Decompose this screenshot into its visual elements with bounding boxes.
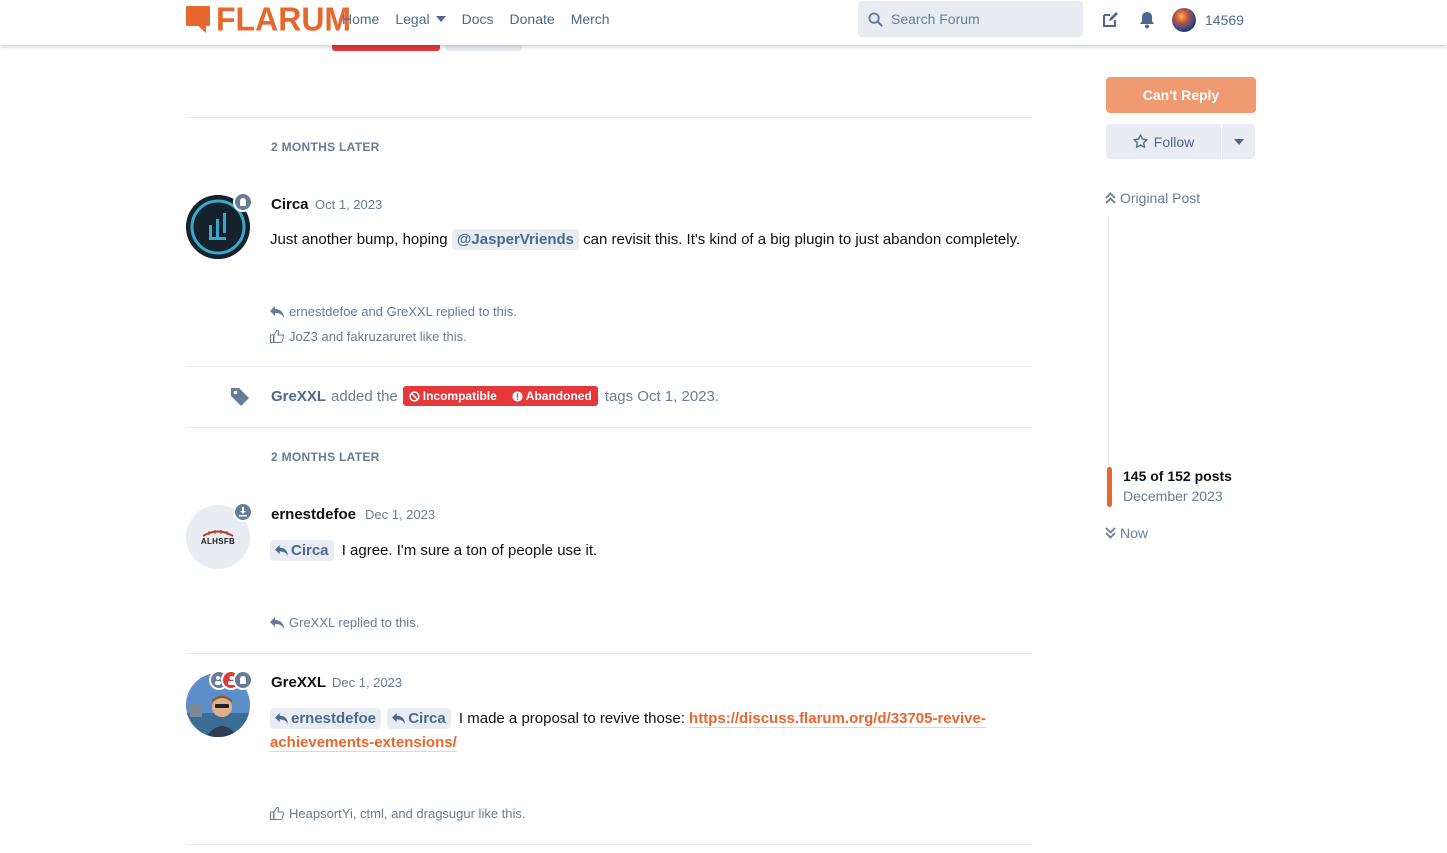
event-post: GreXXL added the Incompatible Abandoned …	[271, 386, 719, 406]
divider	[186, 427, 1032, 428]
username: 14569	[1205, 12, 1244, 28]
nav-legal-label: Legal	[395, 11, 430, 27]
post-text: I made a proposal to revive those:	[458, 710, 685, 727]
post-body: Just another bump, hoping @JasperVriends…	[270, 228, 1020, 252]
alhsfb-logo-icon: ALHSFB	[201, 529, 235, 546]
search-box[interactable]	[858, 1, 1083, 37]
tag-label: Abandoned	[525, 389, 592, 403]
post-body: ernestdefoe Circa I made a proposal to r…	[270, 707, 1030, 755]
thumbs-up-icon	[270, 807, 284, 820]
compose-icon[interactable]	[1101, 11, 1119, 29]
scrubber-handle[interactable]	[1107, 467, 1112, 507]
reply-icon	[275, 545, 288, 556]
post-date[interactable]: Dec 1, 2023	[365, 507, 435, 522]
post-body: Circa I agree. I'm sure a ton of people …	[270, 539, 597, 563]
post-date[interactable]: Dec 1, 2023	[332, 675, 402, 690]
scrubber-date: December 2023	[1123, 488, 1223, 504]
follow-button[interactable]: Follow	[1106, 124, 1221, 159]
original-post-label: Original Post	[1120, 190, 1201, 206]
search-icon	[868, 11, 883, 27]
avatar-text: ALHSFB	[200, 536, 236, 546]
divider	[186, 844, 1032, 845]
scrubber-now[interactable]: Now	[1105, 525, 1148, 541]
mention-name: ernestdefoe	[291, 710, 377, 727]
event-action: added the	[331, 387, 398, 405]
mention-name: Circa	[408, 710, 446, 727]
follow-dropdown-toggle[interactable]	[1222, 124, 1255, 159]
exclamation-circle-icon	[512, 390, 523, 402]
post-text: can revisit this. It's kind of a big plu…	[583, 231, 1021, 248]
post-date[interactable]: Oct 1, 2023	[315, 197, 382, 212]
bell-icon[interactable]	[1139, 11, 1155, 29]
star-outline-icon	[1133, 134, 1148, 148]
follow-label: Follow	[1153, 133, 1195, 150]
liked-by[interactable]: HeapsortYi, ctml, and dragsugur like thi…	[270, 806, 526, 821]
divider	[186, 653, 1032, 654]
tag-incompatible[interactable]: Incompatible	[402, 386, 503, 406]
reply-mention[interactable]: Circa	[270, 540, 334, 561]
reply-icon	[275, 713, 288, 724]
divider	[186, 366, 1032, 367]
scrubber-track[interactable]	[1108, 216, 1109, 508]
download-icon	[233, 502, 253, 522]
lightbulb-icon	[233, 192, 253, 212]
proposal-link[interactable]: https://discuss.flarum.org/d/33705-reviv…	[689, 710, 986, 728]
post-text: I agree. I'm sure a ton of people use it…	[341, 542, 598, 559]
replied-by[interactable]: GreXXL replied to this.	[270, 615, 419, 630]
event-suffix: tags Oct 1, 2023.	[604, 387, 720, 405]
replied-text: GreXXL replied to this.	[289, 615, 420, 630]
user-mention[interactable]: @JasperVriends	[451, 229, 579, 250]
tag-abandoned[interactable]: Abandoned	[502, 386, 598, 406]
liked-text: HeapsortYi, ctml, and dragsugur like thi…	[289, 806, 526, 821]
divider	[186, 117, 1032, 118]
nav-donate[interactable]: Donate	[510, 11, 555, 27]
lightbulb-icon	[233, 670, 253, 690]
tag-label: Incompatible	[422, 389, 497, 403]
reply-icon	[270, 616, 284, 629]
double-chevron-up-icon	[1105, 192, 1116, 204]
event-actor[interactable]: GreXXL	[271, 388, 326, 405]
caret-down-icon	[435, 16, 446, 22]
proposal-link-continued[interactable]: achievements-extensions/	[270, 734, 457, 752]
flarum-logo-icon	[186, 6, 212, 33]
ban-icon	[409, 390, 420, 402]
reply-mention[interactable]: Circa	[387, 708, 451, 729]
user-menu[interactable]: 14569	[1172, 8, 1244, 32]
time-gap-label: 2 MONTHS LATER	[271, 140, 380, 154]
time-gap-label: 2 MONTHS LATER	[271, 450, 380, 464]
reply-icon	[392, 713, 406, 724]
logo-text: FLARUM	[216, 0, 352, 38]
flarum-logo[interactable]: FLARUM	[186, 0, 352, 38]
liked-text: JoZ3 and fakruzaruret like this.	[289, 329, 467, 344]
post-author[interactable]: ernestdefoe	[271, 506, 356, 523]
scrubber-original-post[interactable]: Original Post	[1105, 190, 1200, 206]
tag-group: Incompatible Abandoned	[402, 386, 598, 406]
nav-home[interactable]: Home	[342, 11, 379, 27]
replied-by[interactable]: ernestdefoe and GreXXL replied to this.	[270, 304, 517, 319]
reply-mention[interactable]: ernestdefoe	[270, 708, 382, 729]
mention-name: Circa	[291, 542, 329, 559]
tag-icon	[231, 388, 249, 406]
now-label: Now	[1120, 525, 1149, 541]
nav-merch[interactable]: Merch	[571, 11, 610, 27]
post-author[interactable]: GreXXL	[271, 674, 326, 691]
thumbs-up-icon	[270, 330, 284, 343]
liked-by[interactable]: JoZ3 and fakruzaruret like this.	[270, 329, 467, 344]
caret-down-icon	[1233, 138, 1244, 145]
app-header: FLARUM Home Legal Docs Donate Merch 1456…	[0, 0, 1447, 45]
nav-legal[interactable]: Legal	[395, 11, 446, 27]
primary-nav: Home Legal Docs Donate Merch	[342, 11, 626, 27]
user-avatar	[1172, 8, 1196, 32]
replied-text: ernestdefoe and GreXXL replied to this.	[289, 304, 517, 319]
scrubber-position: 145 of 152 posts	[1123, 468, 1232, 484]
double-chevron-down-icon	[1105, 527, 1116, 539]
post-text: Just another bump, hoping	[270, 231, 448, 248]
post-author[interactable]: Circa	[271, 196, 309, 213]
search-input[interactable]	[891, 11, 1071, 27]
cant-reply-button[interactable]: Can't Reply	[1106, 77, 1256, 113]
nav-docs[interactable]: Docs	[462, 11, 494, 27]
reply-icon	[270, 305, 284, 318]
